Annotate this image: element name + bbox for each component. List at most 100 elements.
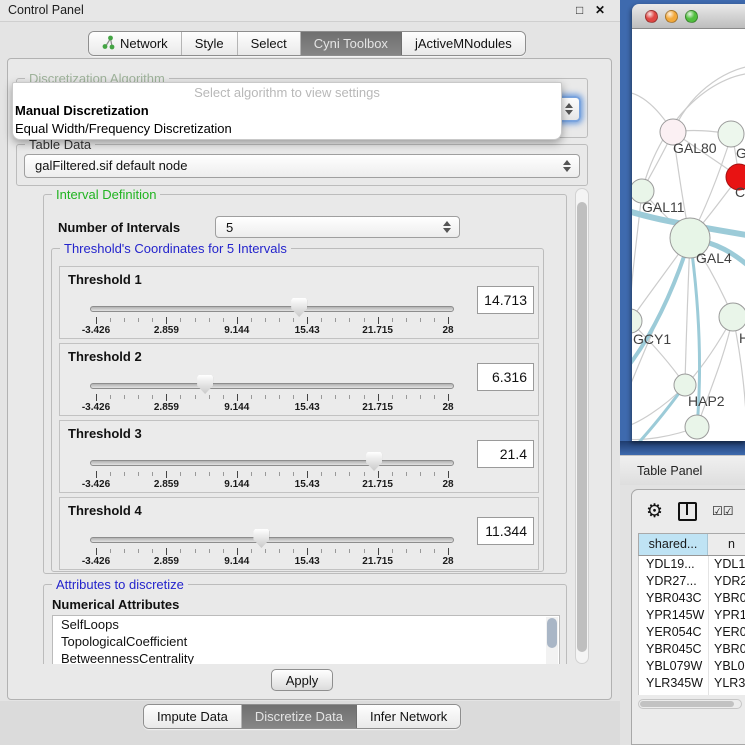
number-of-intervals-combo[interactable]: 5 [215, 216, 460, 238]
table-panel-titlebar: Table Panel [620, 455, 745, 485]
attributes-list-scrollbar[interactable] [546, 617, 558, 664]
table-cell: YBR0 [708, 590, 745, 607]
attribute-item-selfloops[interactable]: SelfLoops [53, 616, 559, 633]
tab-network[interactable]: Network [89, 32, 182, 55]
table-row[interactable]: YBL079WYBL0 [639, 658, 745, 675]
slider-tick-labels: -3.4262.8599.14415.4321.71528 [60, 402, 540, 414]
settings-scrollbar[interactable] [575, 188, 589, 664]
threshold-label: Threshold 3 [68, 426, 142, 441]
tab-label: Style [195, 36, 224, 51]
tick-label: -3.426 [66, 325, 126, 336]
tab-select[interactable]: Select [238, 32, 301, 55]
network-node-h[interactable] [719, 303, 745, 331]
close-icon[interactable]: ✕ [595, 3, 605, 17]
node-label: HAP2 [688, 393, 725, 409]
table-row[interactable]: YPR145WYPR1 [639, 607, 745, 624]
float-icon[interactable]: □ [576, 3, 583, 17]
tab-infer-network[interactable]: Infer Network [357, 705, 460, 728]
table-panel-window: ⚙☑☑ shared...n YDL19...YDL1YDR27...YDR2Y… [631, 489, 745, 745]
slider-tick-labels: -3.4262.8599.14415.4321.71528 [60, 556, 540, 568]
network-node-ga[interactable] [718, 121, 744, 147]
attributes-list-scrollbar-thumb[interactable] [547, 618, 557, 648]
slider-track[interactable] [90, 306, 454, 312]
column-header-2[interactable]: n [708, 534, 745, 555]
table-cell: YDR27... [639, 573, 708, 590]
tick-label: 21.715 [348, 556, 408, 567]
table-rows: YDL19...YDL1YDR27...YDR2YBR043CYBR0YPR14… [638, 556, 745, 695]
algorithm-option-manual-discretization[interactable]: Manual Discretization [13, 102, 561, 120]
network-node-gcy1[interactable] [632, 309, 642, 333]
tab-style[interactable]: Style [182, 32, 238, 55]
interval-definition-title: Interval Definition [52, 188, 160, 202]
table-hscrollbar-thumb[interactable] [640, 701, 734, 707]
table-cell: YIL052C [639, 692, 708, 695]
threshold-panel-3: Threshold 3-3.4262.8599.14415.4321.71528… [59, 420, 539, 493]
attributes-list[interactable]: SelfLoopsTopologicalCoefficientBetweenne… [52, 615, 560, 664]
tick-label: 15.43 [277, 402, 337, 413]
threshold-panel-2: Threshold 2-3.4262.8599.14415.4321.71528… [59, 343, 539, 416]
node-label: GAL80 [673, 140, 717, 156]
settings-scrollbar-thumb[interactable] [577, 202, 587, 652]
table-row[interactable]: YER054CYER0 [639, 624, 745, 641]
slider-track[interactable] [90, 537, 454, 543]
checkboxes-icon[interactable]: ☑☑ [712, 504, 734, 518]
settings-viewport: Interval Definition Number of Intervals … [16, 188, 573, 664]
table-row[interactable]: YBR043CYBR0 [639, 590, 745, 607]
algorithm-option-equal-width-frequency-discretization[interactable]: Equal Width/Frequency Discretization [13, 120, 561, 138]
tick-label: 9.144 [207, 556, 267, 567]
tab-jactivemnodules[interactable]: jActiveMNodules [402, 32, 525, 55]
threshold-label: Threshold 1 [68, 272, 142, 287]
spinner-icon [443, 221, 451, 233]
slider-track[interactable] [90, 460, 454, 466]
table-hscrollbar[interactable] [638, 699, 742, 709]
threshold-value-field[interactable]: 21.4 [477, 440, 534, 468]
tick-label: 2.859 [136, 402, 196, 413]
minimize-light-button[interactable] [665, 10, 678, 23]
zoom-light-button[interactable] [685, 10, 698, 23]
table-row[interactable]: YBR045CYBR0 [639, 641, 745, 658]
table-row[interactable]: YDL19...YDL1 [639, 556, 745, 573]
slider-thumb[interactable] [253, 529, 269, 548]
threshold-value-field[interactable]: 6.316 [477, 363, 534, 391]
columns-icon[interactable] [678, 502, 697, 521]
tab-cyni-toolbox[interactable]: Cyni Toolbox [301, 32, 402, 55]
control-panel-title: Control Panel [8, 3, 84, 17]
network-node[interactable] [685, 415, 709, 439]
table-row[interactable]: YDR27...YDR2 [639, 573, 745, 590]
attribute-item-topologicalcoefficient[interactable]: TopologicalCoefficient [53, 633, 559, 650]
gear-icon[interactable]: ⚙ [646, 502, 663, 521]
table-cell: YPR1 [708, 607, 745, 624]
table-cell: YBR0 [708, 641, 745, 658]
table-cell: YDR2 [708, 573, 745, 590]
network-canvas[interactable]: GAL80GACGAL11GAL4GCY1HHAP2 [632, 29, 745, 441]
tab-discretize-data[interactable]: Discretize Data [242, 705, 357, 728]
apply-button[interactable]: Apply [271, 669, 333, 691]
network-window: GAL80GACGAL11GAL4GCY1HHAP2 [632, 4, 745, 441]
table-data-combo[interactable]: galFiltered.sif default node [24, 154, 580, 178]
tick-label: 9.144 [207, 402, 267, 413]
attribute-item-betweennesscentrality[interactable]: BetweennessCentrality [53, 650, 559, 664]
tab-label: Discretize Data [255, 709, 343, 724]
slider-track[interactable] [90, 383, 454, 389]
tick-label: -3.426 [66, 402, 126, 413]
slider-thumb[interactable] [291, 298, 307, 317]
table-row[interactable]: YIL052CYIL0 [639, 692, 745, 695]
tick-label: 28 [418, 479, 478, 490]
number-of-intervals-label: Number of Intervals [58, 220, 180, 235]
threshold-value-field[interactable]: 14.713 [477, 286, 534, 314]
close-light-button[interactable] [645, 10, 658, 23]
slider-thumb[interactable] [366, 452, 382, 471]
algorithm-popup-options: Manual DiscretizationEqual Width/Frequen… [13, 102, 561, 138]
column-header-1[interactable]: shared... [639, 534, 708, 555]
tick-label: 28 [418, 325, 478, 336]
slider-thumb[interactable] [197, 375, 213, 394]
tab-impute-data[interactable]: Impute Data [144, 705, 242, 728]
desktop-shade [620, 441, 745, 455]
table-row[interactable]: YLR345WYLR3 [639, 675, 745, 692]
network-window-titlebar[interactable] [632, 4, 745, 29]
node-label: C [735, 184, 745, 200]
table-toolbar: ⚙ ☑☑ [632, 492, 745, 530]
threshold-value-field[interactable]: 11.344 [477, 517, 534, 545]
number-of-intervals-value: 5 [226, 217, 233, 239]
interval-definition-group: Interval Definition Number of Intervals … [43, 194, 567, 574]
